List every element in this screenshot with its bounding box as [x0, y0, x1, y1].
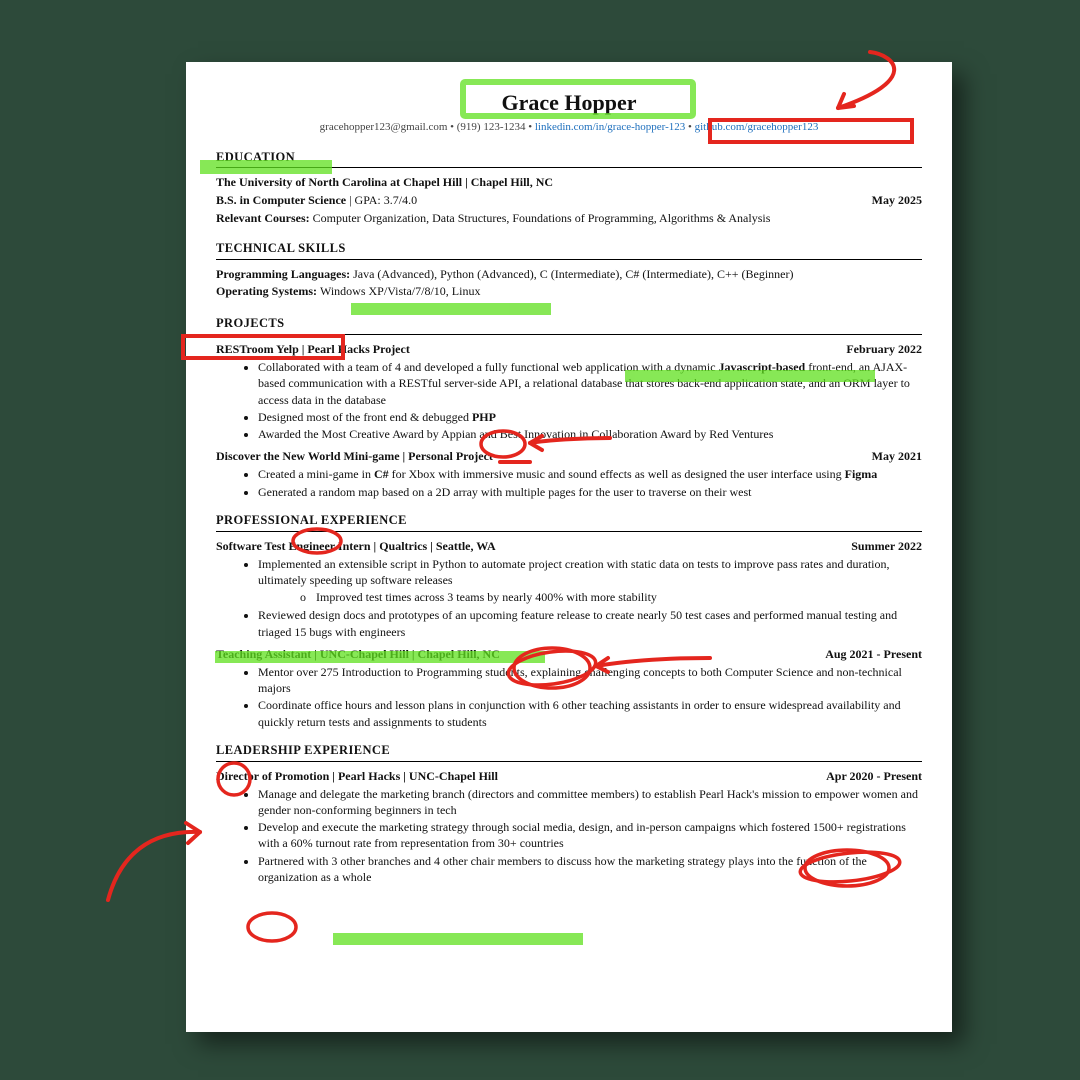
education-degree: B.S. in Computer Science | GPA: 3.7/4.0 [216, 192, 417, 208]
project2-date: May 2021 [862, 448, 922, 464]
education-courses: Relevant Courses: Computer Organization,… [216, 210, 922, 226]
lead1-heading: Director of Promotion | Pearl Hacks | UN… [216, 768, 498, 784]
project1-date: February 2022 [836, 341, 922, 357]
list-item: Improved test times across 3 teams by ne… [300, 589, 922, 605]
exp1-bullets: Implemented an extensible script in Pyth… [216, 556, 922, 640]
list-item: Awarded the Most Creative Award by Appia… [258, 426, 922, 442]
list-item: Partnered with 3 other branches and 4 ot… [258, 853, 922, 885]
list-item: Reviewed design docs and prototypes of a… [258, 607, 922, 639]
list-item: Develop and execute the marketing strate… [258, 819, 922, 851]
divider [216, 259, 922, 260]
github-link[interactable]: github.com/gracehopper123 [695, 121, 819, 133]
section-skills-title: TECHNICAL SKILLS [216, 240, 922, 257]
list-item: Generated a random map based on a 2D arr… [258, 484, 922, 500]
skills-os: Operating Systems: Windows XP/Vista/7/8/… [216, 283, 922, 299]
contact-line: gracehopper123@gmail.com • (919) 123-123… [216, 120, 922, 135]
education-date: May 2025 [862, 192, 922, 208]
project1-heading: RESTroom Yelp | Pearl Hacks Project [216, 341, 410, 357]
project2-bullets: Created a mini-game in C# for Xbox with … [216, 466, 922, 499]
divider [216, 531, 922, 532]
divider [216, 167, 922, 168]
exp1-heading: Software Test Engineer Intern | Qualtric… [216, 538, 496, 554]
separator: • [450, 121, 457, 133]
person-name: Grace Hopper [216, 88, 922, 118]
section-experience-title: PROFESSIONAL EXPERIENCE [216, 512, 922, 529]
separator: • [688, 121, 695, 133]
linkedin-link[interactable]: linkedin.com/in/grace-hopper-123 [535, 121, 685, 133]
list-item: Manage and delegate the marketing branch… [258, 786, 922, 818]
list-item: Coordinate office hours and lesson plans… [258, 697, 922, 729]
lead1-bullets: Manage and delegate the marketing branch… [216, 786, 922, 885]
list-item: Mentor over 275 Introduction to Programm… [258, 664, 922, 696]
education-school: The University of North Carolina at Chap… [216, 174, 553, 190]
lead1-date: Apr 2020 - Present [816, 768, 922, 784]
list-item: Collaborated with a team of 4 and develo… [258, 359, 922, 408]
divider [216, 334, 922, 335]
contact-phone: (919) 123-1234 [457, 121, 526, 133]
exp1-date: Summer 2022 [841, 538, 922, 554]
skills-languages: Programming Languages: Java (Advanced), … [216, 266, 922, 282]
list-item: Created a mini-game in C# for Xbox with … [258, 466, 922, 482]
separator: • [528, 121, 535, 133]
section-projects-title: PROJECTS [216, 315, 922, 332]
section-education-title: EDUCATION [216, 149, 922, 166]
section-leadership-title: LEADERSHIP EXPERIENCE [216, 742, 922, 759]
exp2-heading: Teaching Assistant | UNC-Chapel Hill | C… [216, 646, 500, 662]
contact-email: gracehopper123@gmail.com [320, 121, 448, 133]
project1-bullets: Collaborated with a team of 4 and develo… [216, 359, 922, 442]
exp1-subbullets: Improved test times across 3 teams by ne… [258, 589, 922, 605]
divider [216, 761, 922, 762]
project2-heading: Discover the New World Mini-game | Perso… [216, 448, 493, 464]
resume-page: Grace Hopper gracehopper123@gmail.com • … [186, 62, 952, 1032]
exp2-date: Aug 2021 - Present [815, 646, 922, 662]
list-item: Implemented an extensible script in Pyth… [258, 556, 922, 588]
exp2-bullets: Mentor over 275 Introduction to Programm… [216, 664, 922, 730]
list-item: Designed most of the front end & debugge… [258, 409, 922, 425]
